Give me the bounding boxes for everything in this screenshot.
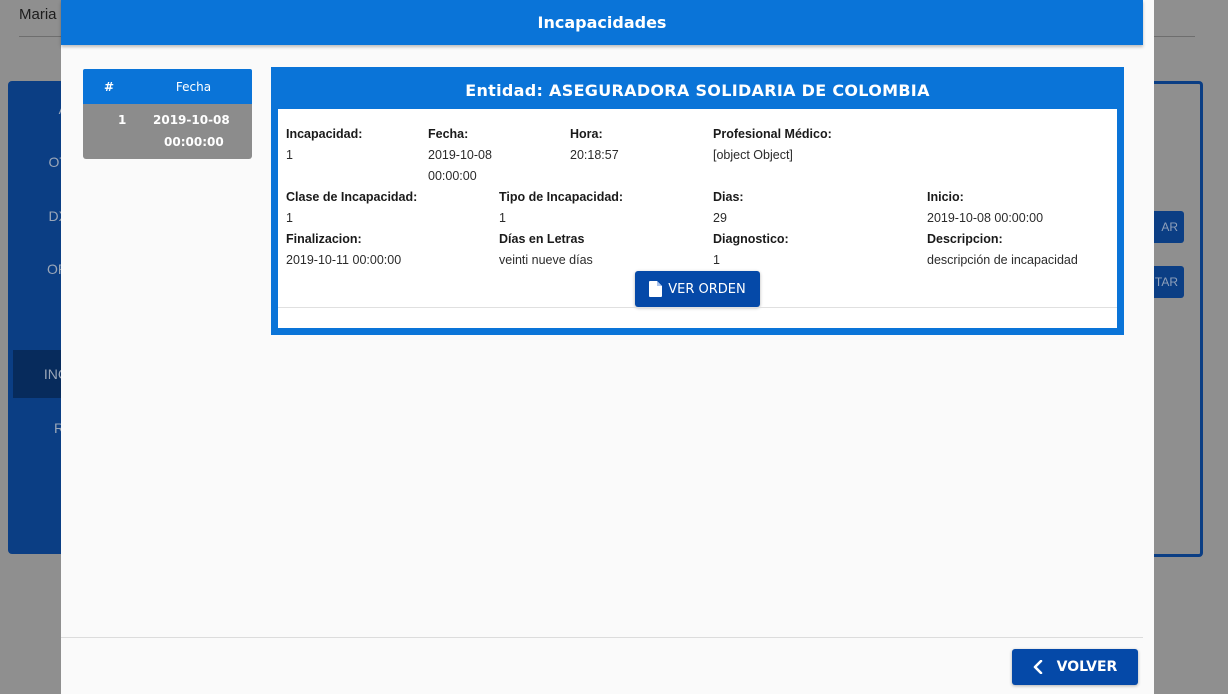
field-value: 2019-10-08 xyxy=(428,148,492,162)
field-dias-en-letras: Días en Letras veinti nueve días xyxy=(499,229,593,271)
column-header-fecha: Fecha xyxy=(175,79,212,94)
incapacidades-modal: Incapacidades # Fecha 1 2019-10-08 00:00… xyxy=(61,0,1154,694)
volver-label: VOLVER xyxy=(1056,659,1118,675)
footer-divider xyxy=(61,637,1143,638)
background-sidebar-item: DX xyxy=(48,208,68,224)
incapacidades-table: # Fecha 1 2019-10-08 00:00:00 xyxy=(83,69,252,159)
background-sidebar-item: I xyxy=(8,314,68,330)
row-number: 1 xyxy=(118,113,127,127)
field-value: 2019-10-08 00:00:00 xyxy=(927,211,1044,225)
field-value: [object Object] xyxy=(713,148,793,162)
background-right-panel xyxy=(1150,81,1203,557)
field-value: descripción de incapacidad xyxy=(927,253,1078,267)
field-value: 1 xyxy=(286,211,293,225)
column-header-number: # xyxy=(103,79,115,94)
field-label: Fecha: xyxy=(428,127,469,141)
field-inicio: Inicio: 2019-10-08 00:00:00 xyxy=(927,187,1043,229)
field-value-time: 00:00:00 xyxy=(428,169,477,183)
field-clase-incapacidad: Clase de Incapacidad: 1 xyxy=(286,187,417,229)
field-value: 20:18:57 xyxy=(570,148,619,162)
field-value: 1 xyxy=(286,148,293,162)
modal-title: Incapacidades xyxy=(537,13,667,32)
field-label: Profesional Médico: xyxy=(713,127,832,141)
field-hora: Hora: 20:18:57 xyxy=(570,124,619,166)
field-fecha: Fecha: 2019-10-08 00:00:00 xyxy=(428,124,492,187)
field-profesional-medico: Profesional Médico: [object Object] xyxy=(713,124,832,166)
field-dias: Dias: 29 xyxy=(713,187,744,229)
field-label: Incapacidad: xyxy=(286,127,363,141)
field-label: Tipo de Incapacidad: xyxy=(499,190,624,204)
background-sidebar-item: OT xyxy=(48,154,68,170)
field-incapacidad: Incapacidad: 1 xyxy=(286,124,362,166)
table-header: # Fecha xyxy=(83,69,252,104)
field-label: Inicio: xyxy=(927,190,964,204)
field-diagnostico: Diagnostico: 1 xyxy=(713,229,789,271)
background-button: TAR xyxy=(1150,266,1184,298)
field-label: Descripcion: xyxy=(927,232,1003,246)
field-label: Dias: xyxy=(713,190,744,204)
entity-title: Entidad: ASEGURADORA SOLIDARIA DE COLOMB… xyxy=(465,81,930,100)
background-sidebar-item: A xyxy=(8,101,68,117)
field-value: 1 xyxy=(713,253,720,267)
card-divider xyxy=(278,307,1117,308)
table-row[interactable]: 1 2019-10-08 00:00:00 xyxy=(83,104,252,159)
field-label: Clase de Incapacidad: xyxy=(286,190,418,204)
field-label: Hora: xyxy=(570,127,603,141)
row-time: 00:00:00 xyxy=(164,135,224,149)
field-label: Finalizacion: xyxy=(286,232,362,246)
field-tipo-incapacidad: Tipo de Incapacidad: 1 xyxy=(499,187,623,229)
modal-header: Incapacidades xyxy=(61,0,1143,45)
background-button: AR xyxy=(1150,211,1184,243)
row-date: 2019-10-08 xyxy=(153,113,230,127)
field-label: Diagnostico: xyxy=(713,232,789,246)
document-icon xyxy=(649,281,663,297)
ver-orden-button[interactable]: VER ORDEN xyxy=(635,271,760,307)
field-finalizacion: Finalizacion: 2019-10-11 00:00:00 xyxy=(286,229,401,271)
volver-button[interactable]: VOLVER xyxy=(1012,649,1138,685)
background-sidebar: A OT DX OR I INC RI xyxy=(8,81,68,554)
background-sidebar-item-active: INC xyxy=(13,350,68,398)
background-sidebar-item: OR xyxy=(47,261,68,277)
detail-card: Entidad: ASEGURADORA SOLIDARIA DE COLOMB… xyxy=(271,67,1124,335)
field-descripcion: Descripcion: descripción de incapacidad xyxy=(927,229,1078,271)
field-value: 1 xyxy=(499,211,506,225)
field-label: Días en Letras xyxy=(499,232,585,246)
field-value: 2019-10-11 00:00:00 xyxy=(286,253,402,267)
ver-orden-label: VER ORDEN xyxy=(668,281,746,297)
chevron-left-icon xyxy=(1033,660,1042,674)
background-sidebar-item: RI xyxy=(8,420,68,436)
field-value: 29 xyxy=(713,211,727,225)
detail-body: Incapacidad: 1 Fecha: 2019-10-08 00:00:0… xyxy=(278,109,1117,328)
background-user-name: Maria xyxy=(19,6,57,23)
field-value: veinti nueve días xyxy=(499,253,593,267)
